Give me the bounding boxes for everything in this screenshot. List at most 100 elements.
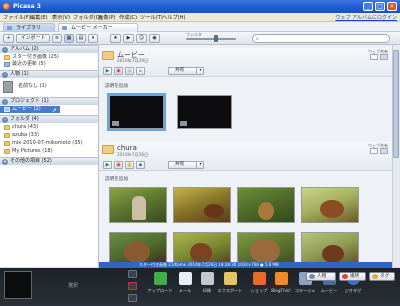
collapse-icon[interactable]: - [2, 117, 8, 123]
tag-icon [372, 274, 378, 279]
folder-icon [102, 145, 114, 154]
movie-thumbnail[interactable] [177, 95, 232, 129]
share-dropdown-icon[interactable]: ▾ [196, 161, 204, 169]
sidebar-item-folder[interactable]: chura (43) [0, 124, 98, 131]
menu-bar: ファイル(F) 編集(E) 表示(V) フォルダ(O) 画像(P) 作成(C) … [0, 13, 400, 22]
search-field[interactable]: ⌕ [252, 34, 390, 43]
section-header-chura: chura 2010年7月26日 ▶ ▣ ▦ ▪ 共有 ▾ ウェブ共有 [99, 142, 392, 171]
share-dropdown-icon[interactable]: ▾ [196, 67, 204, 75]
section-date: 2010年7月26日 [117, 152, 149, 157]
places-label: 場所 [350, 274, 360, 279]
web-albums-signin-link[interactable]: ウェブ アルバムにログイン [335, 14, 397, 21]
picasa-logo-icon [3, 3, 10, 10]
sidebar-section-folders[interactable]: - フォルダ (4) [0, 115, 98, 123]
play-slideshow-icon[interactable]: ▶ [103, 161, 112, 169]
photo-subject [322, 245, 344, 263]
menu-view[interactable]: 表示(V) [52, 14, 70, 21]
video-icon [112, 121, 119, 126]
view-thumbnail-icon[interactable]: ▦ [64, 34, 74, 43]
movie-icon[interactable]: ▣ [114, 161, 123, 169]
view-detail-icon[interactable]: ▤ [76, 34, 86, 43]
movie-thumbnail[interactable] [107, 93, 166, 131]
close-button[interactable]: × [387, 2, 397, 11]
photo-subject [250, 239, 280, 263]
menu-edit[interactable]: 編集(E) [30, 14, 48, 21]
search-icon: ⌕ [256, 36, 259, 42]
save-icon[interactable]: ▪ [136, 67, 145, 75]
collapse-icon[interactable]: - [2, 72, 8, 78]
filter-star-icon[interactable]: ★ [110, 34, 121, 43]
collapse-icon[interactable]: - [2, 47, 8, 53]
sidebar-item-starred[interactable]: スター付き画像 (25) [0, 54, 98, 61]
sidebar-item-folder[interactable]: My Pictures (18) [0, 148, 98, 155]
collage-icon[interactable]: ▦ [125, 161, 134, 169]
blogger-icon [274, 272, 288, 285]
tray-thumbnail[interactable] [4, 271, 32, 299]
web-sync-icon[interactable] [380, 148, 388, 154]
menu-create[interactable]: 作成(C) [119, 14, 137, 21]
collage-icon[interactable]: ▦ [125, 67, 134, 75]
sidebar-item-recent[interactable]: 最近の更新 (5) [0, 61, 98, 68]
photo-thumbnail[interactable] [109, 187, 167, 223]
menu-picture[interactable]: 画像(P) [98, 14, 116, 21]
view-options-icon[interactable]: ▾ [88, 34, 98, 43]
sidebar-item-label: My Pictures (18) [12, 148, 53, 154]
photo-subject [204, 204, 224, 218]
web-album-icon[interactable] [370, 54, 378, 60]
photo-thumbnail[interactable] [301, 187, 359, 223]
clear-tray-icon[interactable] [128, 282, 137, 290]
web-album-icon[interactable] [370, 148, 378, 154]
photo-subject [132, 196, 146, 220]
add-caption[interactable]: 説明を追加 [105, 176, 128, 182]
photo-thumbnail[interactable] [173, 187, 231, 223]
filter-slider-track[interactable] [186, 38, 236, 40]
collapse-icon[interactable]: - [2, 99, 8, 105]
shop-icon [252, 272, 266, 285]
maximize-button[interactable]: □ [375, 2, 385, 11]
menu-tools[interactable]: ツール(T) [140, 14, 163, 21]
sidebar-item-movie[interactable]: ムービー (2) [0, 106, 60, 113]
filter-slider-handle[interactable] [214, 35, 218, 42]
tray-selection-label: 選択 [68, 283, 79, 289]
filter-video-icon[interactable]: ▶ [123, 34, 134, 43]
sidebar-section-albums[interactable]: - アルバム (2) [0, 45, 98, 53]
menu-file[interactable]: ファイル(F) [3, 14, 31, 21]
add-button[interactable]: + [3, 34, 14, 43]
add-to-album-icon[interactable] [128, 294, 137, 302]
photo-thumbnail[interactable] [237, 187, 295, 223]
tags-button[interactable]: タグ [369, 272, 395, 281]
blogthis-button[interactable]: BlogThis! [268, 272, 294, 293]
sidebar-item-folder[interactable]: azuba (33) [0, 132, 98, 139]
filter-people-icon[interactable]: ☺ [136, 34, 147, 43]
tab-movie-maker[interactable]: ムービー メーカー [58, 23, 138, 32]
save-icon[interactable]: ▪ [136, 161, 145, 169]
scrollbar-thumb[interactable] [393, 50, 399, 158]
view-list-icon[interactable]: ≡ [52, 34, 62, 43]
sidebar-section-projects[interactable]: - プロジェクト (1) [0, 97, 98, 105]
mouse-cursor-icon: ➚ [52, 107, 58, 114]
menu-help[interactable]: ヘルプ(H) [162, 14, 186, 21]
hold-icon[interactable] [128, 270, 137, 278]
people-button[interactable]: 人物 [306, 272, 336, 281]
tab-library[interactable]: ライブラリ [3, 23, 55, 32]
sidebar-item-label: スター付き画像 (25) [12, 54, 59, 60]
add-caption[interactable]: 説明を追加 [105, 83, 128, 89]
places-button[interactable]: 場所 [339, 272, 366, 281]
movie-icon[interactable]: ▣ [114, 67, 123, 75]
export-button[interactable]: エクスポート [217, 272, 243, 294]
email-icon [178, 272, 192, 285]
filter-geotag-icon[interactable]: ◉ [149, 34, 160, 43]
play-slideshow-icon[interactable]: ▶ [103, 67, 112, 75]
geotag-label: ジオタグ [344, 288, 362, 293]
sidebar-item-unnamed[interactable]: 名前なし (1) [6, 83, 98, 90]
web-sync-icon[interactable] [380, 54, 388, 60]
sidebar-item-folder[interactable]: mix-2010-07-mikomoto (35) [0, 140, 98, 147]
video-icon [180, 121, 187, 126]
section-title: chura [117, 144, 137, 152]
sidebar-section-other[interactable]: + その他の項目 (52) [0, 157, 98, 165]
expand-icon[interactable]: + [2, 159, 8, 165]
upload-button[interactable]: アップロード [147, 272, 173, 294]
minimize-button[interactable]: _ [363, 2, 373, 11]
sidebar-section-people[interactable]: - 人物 (1) [0, 70, 98, 78]
import-button[interactable]: インポート [16, 34, 50, 43]
